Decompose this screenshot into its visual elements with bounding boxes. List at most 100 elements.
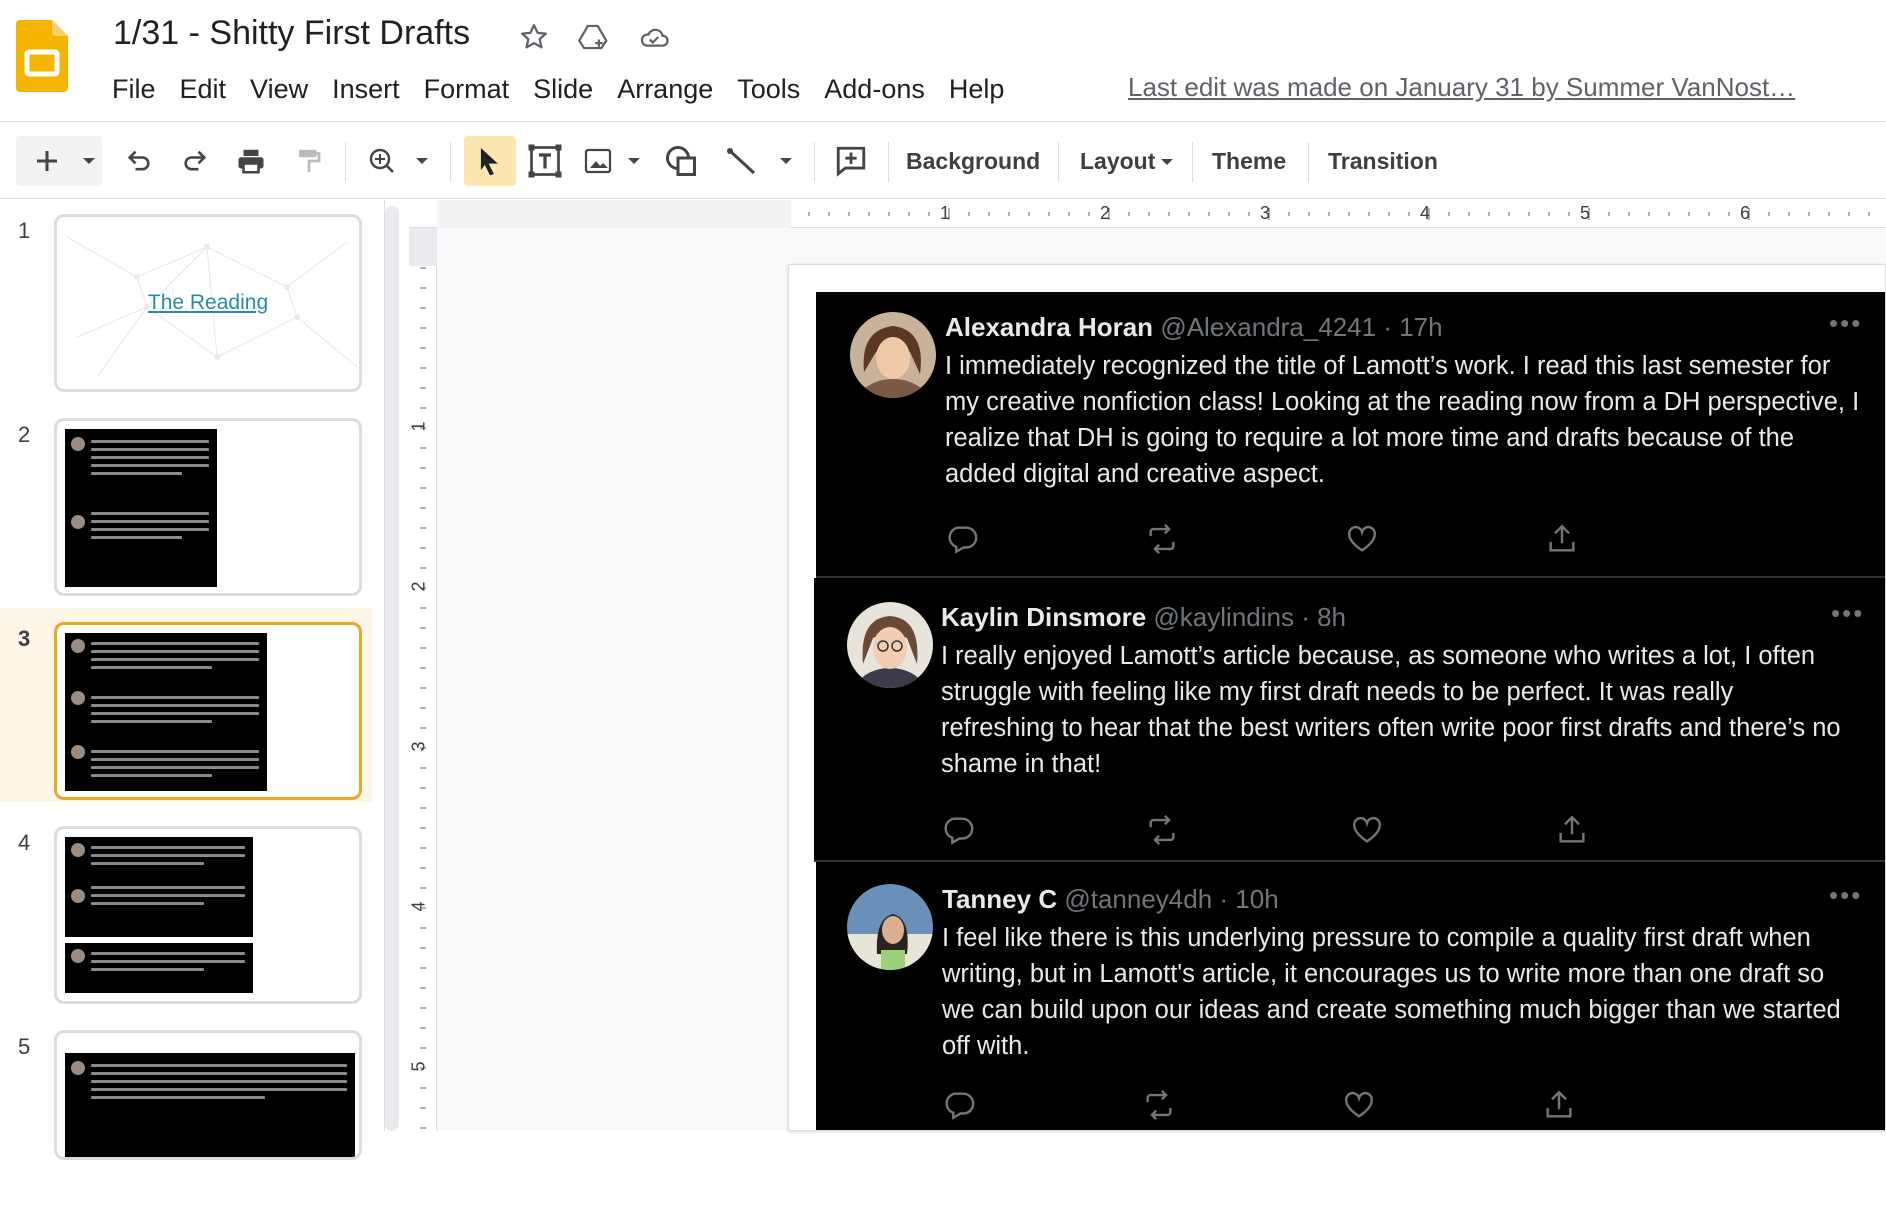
slide-preview <box>54 622 362 800</box>
add-comment-icon[interactable] <box>828 136 874 186</box>
tweet-actions <box>942 1088 1722 1122</box>
slide-thumbnail-1[interactable]: 1 The Reading <box>0 200 372 394</box>
retweet-icon[interactable] <box>1142 1088 1176 1122</box>
tweet-header: Alexandra Horan @Alexandra_4241 · 17h <box>945 312 1443 343</box>
insert-image-button[interactable] <box>580 136 646 186</box>
slide-preview <box>54 1030 362 1160</box>
slide-preview: The Reading <box>54 214 362 392</box>
zoom-button[interactable] <box>360 136 434 186</box>
more-options-icon[interactable]: ••• <box>1831 598 1864 629</box>
slide-filmstrip: 1 The Reading 2 3 4 5 <box>0 200 385 1160</box>
line-tool-button[interactable] <box>718 136 798 186</box>
toolbar: Background Layout Theme Transition <box>0 121 1886 199</box>
slide-number: 2 <box>18 422 31 447</box>
avatar <box>847 602 933 688</box>
slide-preview <box>54 826 362 1004</box>
undo-icon[interactable] <box>116 136 162 186</box>
ruler-label-v2: 2 <box>408 581 429 592</box>
like-icon[interactable] <box>1350 813 1384 847</box>
ruler-label-v4: 4 <box>408 901 429 912</box>
document-title[interactable]: 1/31 - Shitty First Drafts <box>113 14 470 53</box>
like-icon[interactable] <box>1342 1088 1376 1122</box>
retweet-icon[interactable] <box>1145 522 1179 556</box>
reply-icon[interactable] <box>945 522 979 556</box>
slide-number: 3 <box>18 626 31 651</box>
ruler-label-v3: 3 <box>408 741 429 752</box>
menu-format[interactable]: Format <box>412 70 522 109</box>
cloud-saved-icon[interactable] <box>635 18 673 56</box>
menu-arrange[interactable]: Arrange <box>605 70 725 109</box>
move-to-drive-icon[interactable] <box>575 18 613 56</box>
tweet-text: I really enjoyed Lamott’s article becaus… <box>941 642 1841 778</box>
share-icon[interactable] <box>1555 813 1589 847</box>
transition-button[interactable]: Transition <box>1320 136 1446 186</box>
last-edit-link[interactable]: Last edit was made on January 31 by Summ… <box>1128 72 1795 103</box>
more-options-icon[interactable]: ••• <box>1829 880 1862 911</box>
menu-slide[interactable]: Slide <box>521 70 605 109</box>
author-name: Kaylin Dinsmore <box>941 602 1147 632</box>
author-name: Alexandra Horan <box>945 312 1154 342</box>
menu-edit[interactable]: Edit <box>168 70 239 109</box>
tweet-card[interactable]: Alexandra Horan @Alexandra_4241 · 17h ••… <box>816 292 1885 576</box>
slide-thumbnail-2[interactable]: 2 <box>0 404 372 598</box>
new-slide-button[interactable] <box>16 136 102 186</box>
tweet-text: I immediately recognized the title of La… <box>945 352 1860 488</box>
slide-preview <box>54 418 362 596</box>
tweet-screenshot-thumbnail <box>65 837 253 937</box>
menu-help[interactable]: Help <box>937 70 1017 109</box>
slide-thumbnail-3[interactable]: 3 <box>0 608 372 802</box>
layout-button[interactable]: Layout <box>1072 136 1185 186</box>
ruler-label-3: 3 <box>1260 203 1271 223</box>
ruler-label-v1: 1 <box>408 421 429 432</box>
more-options-icon[interactable]: ••• <box>1829 308 1862 339</box>
tweet-screenshot-thumbnail <box>65 633 267 791</box>
menu-tools[interactable]: Tools <box>725 70 812 109</box>
menu-view[interactable]: View <box>238 70 320 109</box>
select-tool-icon[interactable] <box>464 136 516 186</box>
ruler-label-1: 1 <box>940 203 951 223</box>
retweet-icon[interactable] <box>1145 813 1179 847</box>
share-icon[interactable] <box>1542 1088 1576 1122</box>
filmstrip-scrollbar[interactable] <box>385 206 399 1131</box>
slide-number: 4 <box>18 830 31 855</box>
tweet-card[interactable]: Tanney C @tanney4dh · 10h ••• I feel lik… <box>816 862 1885 1130</box>
tweet-header: Tanney C @tanney4dh · 10h <box>942 884 1279 915</box>
slides-logo-icon[interactable] <box>16 20 68 92</box>
avatar <box>847 884 933 970</box>
author-handle: @tanney4dh · 10h <box>1064 884 1279 914</box>
menu-insert[interactable]: Insert <box>320 70 412 109</box>
ruler-label-5: 5 <box>1580 203 1591 223</box>
background-button[interactable]: Background <box>898 136 1048 186</box>
slide-number: 1 <box>18 218 31 243</box>
paint-format-icon[interactable] <box>286 136 332 186</box>
slide-thumbnail-4[interactable]: 4 <box>0 812 372 1006</box>
tweet-actions <box>941 813 1721 847</box>
redo-icon[interactable] <box>172 136 218 186</box>
slide-number: 5 <box>18 1034 31 1059</box>
menu-file[interactable]: File <box>100 70 168 109</box>
ruler-label-v5: 5 <box>408 1061 429 1072</box>
slide-thumbnail-5[interactable]: 5 <box>0 1016 372 1210</box>
star-icon[interactable] <box>515 18 553 56</box>
tweet-header: Kaylin Dinsmore @kaylindins · 8h <box>941 602 1346 633</box>
vertical-ruler[interactable]: 1 2 3 4 5 <box>409 228 437 1131</box>
slide-title-link: The Reading <box>147 291 269 314</box>
reply-icon[interactable] <box>941 813 975 847</box>
share-icon[interactable] <box>1545 522 1579 556</box>
shape-icon[interactable] <box>658 136 704 186</box>
menu-add-ons[interactable]: Add-ons <box>812 70 937 109</box>
theme-button[interactable]: Theme <box>1204 136 1294 186</box>
text-box-icon[interactable] <box>522 136 568 186</box>
chevron-down-icon <box>1161 159 1174 165</box>
menu-bar: File Edit View Insert Format Slide Arran… <box>100 70 1016 109</box>
reply-icon[interactable] <box>942 1088 976 1122</box>
like-icon[interactable] <box>1345 522 1379 556</box>
ruler-label-4: 4 <box>1420 203 1431 223</box>
tweet-screenshot-thumbnail <box>65 1053 355 1157</box>
avatar <box>850 312 936 398</box>
current-slide[interactable]: Alexandra Horan @Alexandra_4241 · 17h ••… <box>788 264 1886 1131</box>
layout-label: Layout <box>1080 147 1156 174</box>
ruler-corner <box>409 228 437 266</box>
print-icon[interactable] <box>228 136 274 186</box>
tweet-card[interactable]: Kaylin Dinsmore @kaylindins · 8h ••• I r… <box>814 578 1885 860</box>
